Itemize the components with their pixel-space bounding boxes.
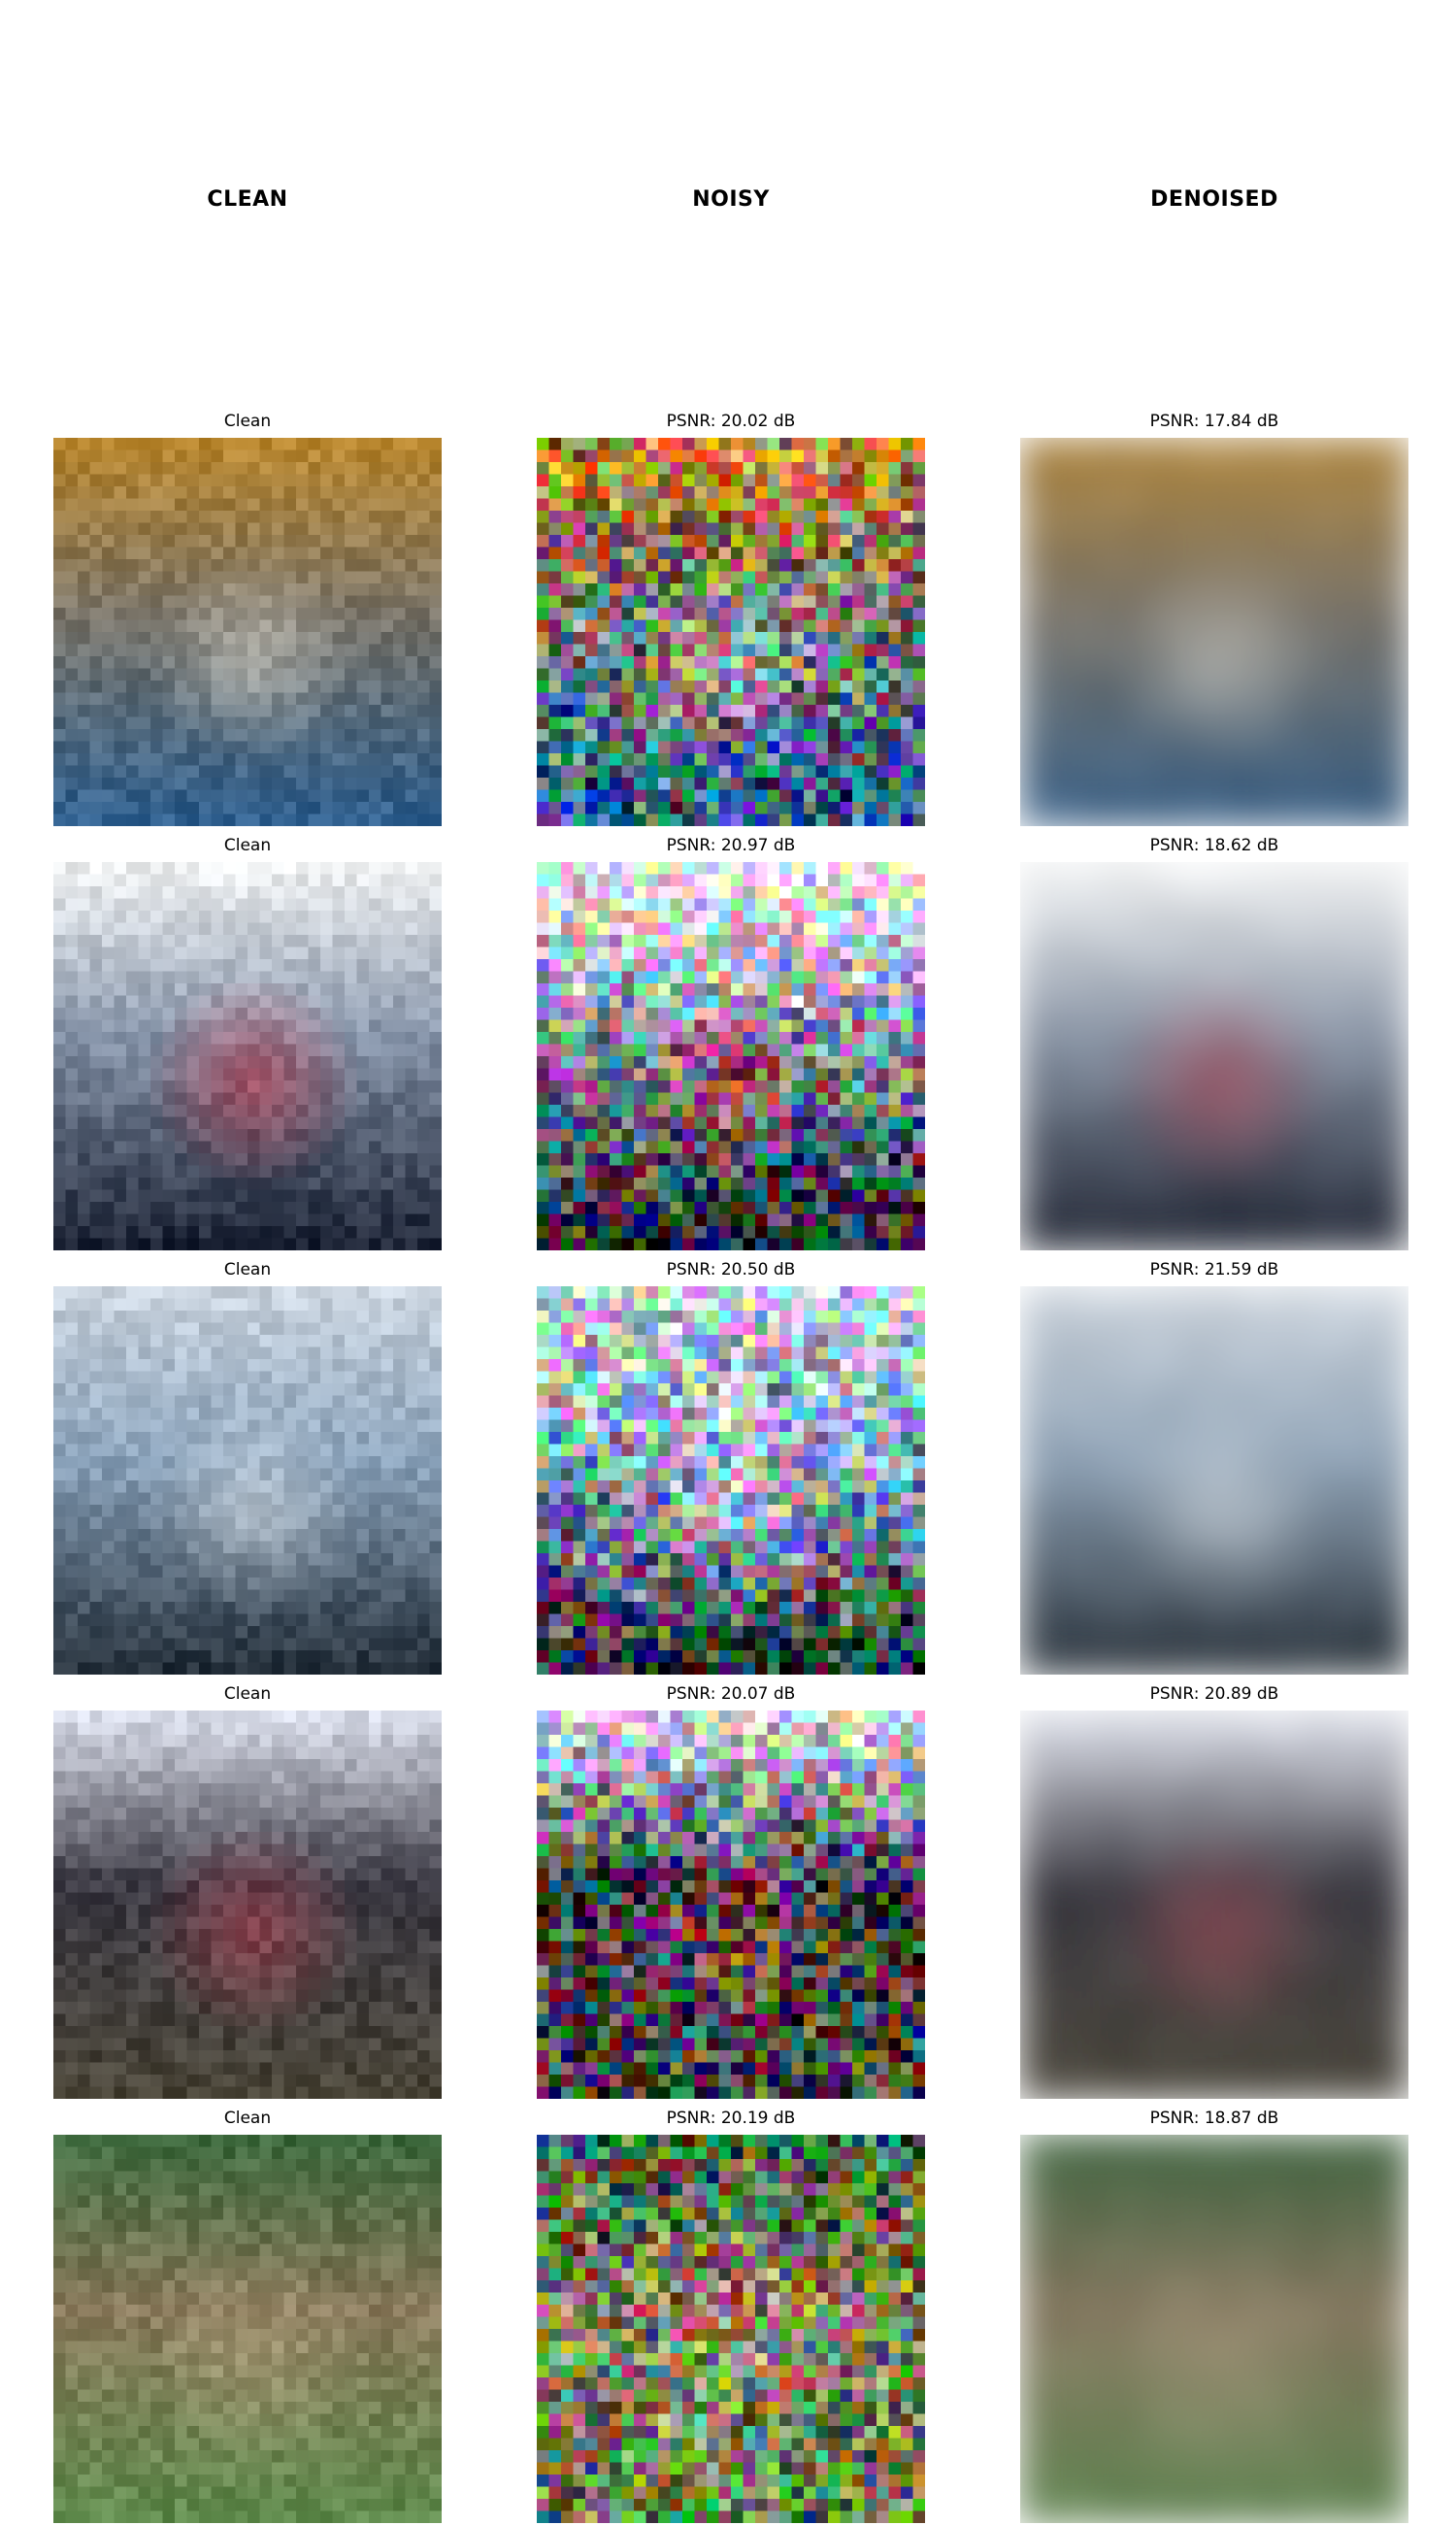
clean-image-pixels xyxy=(53,438,442,826)
noisy-panel: PSNR: 20.97 dB xyxy=(537,835,925,1252)
clean-panel: Clean xyxy=(53,1259,442,1677)
clean-image xyxy=(53,1286,442,1675)
clean-panel-title: Clean xyxy=(223,836,272,855)
noisy-panel-title: PSNR: 20.50 dB xyxy=(666,1260,796,1279)
image-row-boat: Clean PSNR: 20.50 dB PSNR: 21.59 dB xyxy=(0,1259,1456,1677)
image-row-ship: Clean PSNR: 20.97 dB PSNR: 18.62 dB xyxy=(0,835,1456,1252)
noisy-image-pixels xyxy=(537,2135,925,2523)
denoised-image-pixels xyxy=(1020,438,1408,826)
noisy-panel: PSNR: 20.19 dB xyxy=(537,2108,925,2525)
noisy-panel-title: PSNR: 20.02 dB xyxy=(666,412,796,431)
clean-panel-title: Clean xyxy=(223,1684,272,1704)
noisy-panel: PSNR: 20.50 dB xyxy=(537,1259,925,1677)
clean-panel: Clean xyxy=(53,1683,442,2101)
denoised-image-pixels xyxy=(1020,1286,1408,1675)
noisy-image-pixels xyxy=(537,1711,925,2099)
noisy-image xyxy=(537,438,925,826)
denoised-panel: PSNR: 21.59 dB xyxy=(1020,1259,1408,1677)
noisy-image xyxy=(537,2135,925,2523)
noisy-image xyxy=(537,1286,925,1675)
clean-panel-title: Clean xyxy=(223,412,272,431)
clean-image-pixels xyxy=(53,862,442,1250)
clean-panel: Clean xyxy=(53,411,442,828)
clean-image xyxy=(53,438,442,826)
denoised-panel: PSNR: 17.84 dB xyxy=(1020,411,1408,828)
noisy-panel: PSNR: 20.07 dB xyxy=(537,1683,925,2101)
clean-image-pixels xyxy=(53,1711,442,2099)
denoised-image xyxy=(1020,1286,1408,1675)
denoised-panel-title: PSNR: 18.62 dB xyxy=(1149,836,1279,855)
denoised-panel: PSNR: 18.87 dB xyxy=(1020,2108,1408,2525)
column-header-noisy: NOISY xyxy=(692,187,770,212)
clean-panel: Clean xyxy=(53,2108,442,2525)
denoised-image-pixels xyxy=(1020,1711,1408,2099)
clean-image xyxy=(53,1711,442,2099)
column-header-denoised: DENOISED xyxy=(1150,187,1278,212)
noisy-image-pixels xyxy=(537,862,925,1250)
clean-image xyxy=(53,2135,442,2523)
noisy-image-pixels xyxy=(537,1286,925,1675)
denoised-panel: PSNR: 18.62 dB xyxy=(1020,835,1408,1252)
denoised-panel: PSNR: 20.89 dB xyxy=(1020,1683,1408,2101)
denoised-image-pixels xyxy=(1020,862,1408,1250)
denoised-image xyxy=(1020,862,1408,1250)
denoised-image xyxy=(1020,438,1408,826)
denoised-image xyxy=(1020,2135,1408,2523)
noisy-panel-title: PSNR: 20.19 dB xyxy=(666,2109,796,2128)
clean-panel-title: Clean xyxy=(223,2109,272,2128)
image-row-cat: Clean PSNR: 20.02 dB PSNR: 17.84 dB xyxy=(0,411,1456,828)
noisy-image xyxy=(537,862,925,1250)
clean-panel: Clean xyxy=(53,835,442,1252)
denoised-panel-title: PSNR: 20.89 dB xyxy=(1149,1684,1279,1704)
image-row-frog: Clean PSNR: 20.19 dB PSNR: 18.87 dB xyxy=(0,2108,1456,2525)
denoised-panel-title: PSNR: 21.59 dB xyxy=(1149,1260,1279,1279)
denoised-image xyxy=(1020,1711,1408,2099)
denoised-image-pixels xyxy=(1020,2135,1408,2523)
clean-image-pixels xyxy=(53,1286,442,1675)
noisy-image xyxy=(537,1711,925,2099)
denoised-panel-title: PSNR: 17.84 dB xyxy=(1149,412,1279,431)
clean-image-pixels xyxy=(53,2135,442,2523)
noisy-panel: PSNR: 20.02 dB xyxy=(537,411,925,828)
comparison-figure: CLEAN NOISY DENOISED Clean PSNR: 20.02 d… xyxy=(0,0,1456,2524)
clean-panel-title: Clean xyxy=(223,1260,272,1279)
noisy-panel-title: PSNR: 20.07 dB xyxy=(666,1684,796,1704)
noisy-image-pixels xyxy=(537,438,925,826)
image-row-airplane: Clean PSNR: 20.07 dB PSNR: 20.89 dB xyxy=(0,1683,1456,2101)
column-header-clean: CLEAN xyxy=(207,187,288,212)
denoised-panel-title: PSNR: 18.87 dB xyxy=(1149,2109,1279,2128)
noisy-panel-title: PSNR: 20.97 dB xyxy=(666,836,796,855)
clean-image xyxy=(53,862,442,1250)
